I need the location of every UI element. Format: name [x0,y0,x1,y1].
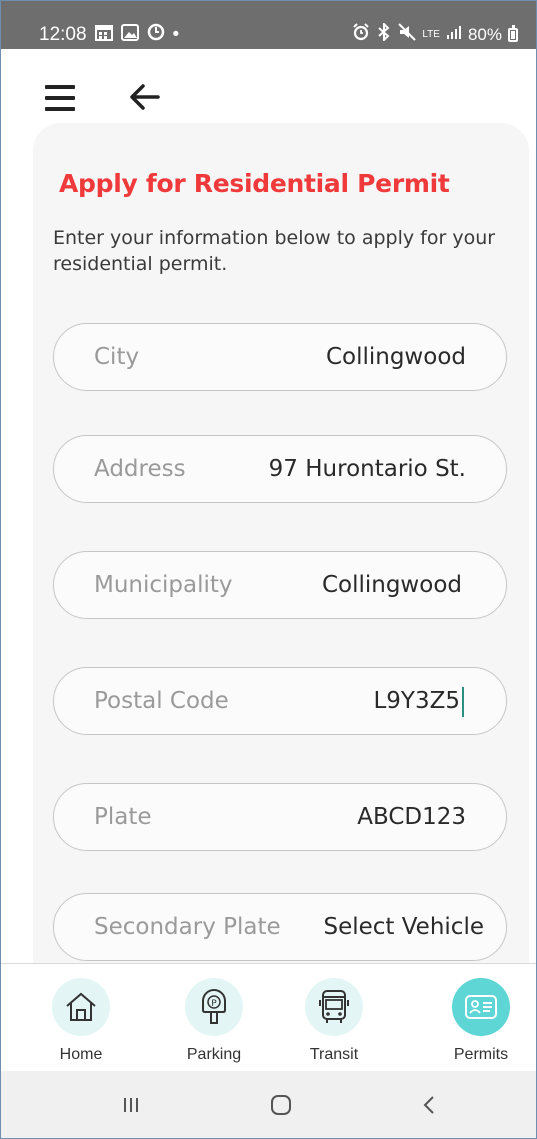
recents-icon[interactable] [106,1083,156,1127]
text-cursor [462,687,464,717]
postal-code-label: Postal Code [94,688,229,714]
bottom-navigation: Home P Parking Transit Permits [1,963,536,1071]
permit-card-icon [452,978,510,1036]
nav-item-parking[interactable]: P Parking [169,978,259,1068]
status-bar: 12:08 • LTE 80% [1,1,536,49]
home-button-icon[interactable] [256,1083,306,1127]
gallery-icon [120,23,139,47]
municipality-value: Collingwood [321,572,462,598]
municipality-label: Municipality [94,572,233,598]
back-arrow-icon[interactable] [127,79,167,119]
alarm-icon [352,23,370,46]
svg-text:P: P [211,999,217,1009]
calendar-icon [94,24,113,47]
parking-meter-icon: P [185,978,243,1036]
app-bar [1,61,536,131]
bluetooth-icon [376,21,392,46]
secondary-plate-field[interactable]: Secondary Plate Select Vehicle [53,893,507,961]
address-field[interactable]: Address 97 Hurontario St. [53,435,507,503]
postal-code-field[interactable]: Postal Code L9Y3Z5 [53,667,507,735]
secondary-plate-select[interactable]: Select Vehicle [323,894,484,960]
battery-icon [508,24,518,42]
battery-percent: 80% [467,24,502,44]
status-dot: • [172,24,180,45]
sync-icon [147,23,165,47]
municipality-field[interactable]: Municipality Collingwood [53,551,507,619]
nav-label-permits: Permits [453,1046,509,1063]
postal-code-value: L9Y3Z5 [373,688,460,714]
secondary-plate-label: Secondary Plate [94,914,281,940]
signal-icon [446,24,462,45]
status-time: 12:08 [39,24,87,45]
mute-icon [398,23,417,46]
address-label: Address [94,456,186,482]
nav-item-home[interactable]: Home [36,978,126,1068]
status-bar-right: LTE 80% [352,21,518,46]
nav-item-transit[interactable]: Transit [289,978,379,1068]
plate-field[interactable]: Plate ABCD123 [53,783,507,851]
phone-screen: 12:08 • LTE 80% Apply for Residential Pe… [0,0,537,1139]
lte-icon: LTE [422,28,440,40]
page-subtitle: Enter your information below to apply fo… [53,227,496,275]
nav-item-permits[interactable]: Permits [436,978,526,1068]
plate-value: ABCD123 [357,804,466,830]
city-label: City [94,344,140,370]
status-bar-left: 12:08 • [39,23,179,47]
nav-label-transit: Transit [309,1046,359,1063]
plate-label: Plate [94,804,152,830]
address-value: 97 Hurontario St. [268,456,466,482]
home-icon [52,978,110,1036]
system-navigation-bar [1,1071,536,1138]
page-title: Apply for Residential Permit [59,169,450,198]
hamburger-menu-icon[interactable] [41,81,83,117]
city-field[interactable]: City Collingwood [53,323,507,391]
nav-label-home: Home [59,1046,103,1063]
nav-label-parking: Parking [186,1046,242,1063]
city-value: Collingwood [325,344,466,370]
back-icon[interactable] [405,1083,455,1127]
bus-icon [305,978,363,1036]
